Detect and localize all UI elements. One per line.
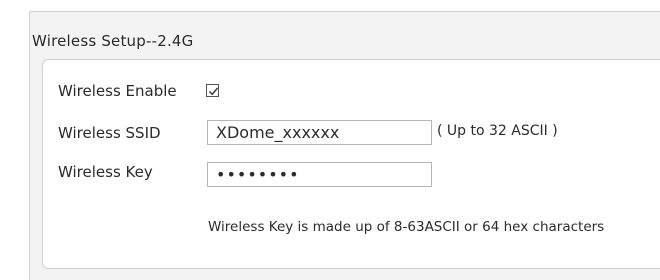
ssid-length-hint: ( Up to 32 ASCII ) xyxy=(437,123,558,139)
wireless-key-label: Wireless Key xyxy=(58,163,153,181)
wireless-ssid-input[interactable] xyxy=(207,120,432,145)
wireless-key-hint: Wireless Key is made up of 8-63ASCII or … xyxy=(208,219,605,235)
wireless-enable-checkbox[interactable] xyxy=(206,84,219,97)
wireless-enable-label: Wireless Enable xyxy=(58,82,177,100)
wireless-key-input[interactable] xyxy=(207,162,432,187)
wireless-ssid-label: Wireless SSID xyxy=(58,124,161,142)
section-title: Wireless Setup--2.4G xyxy=(32,32,194,50)
checkmark-icon xyxy=(209,87,219,96)
